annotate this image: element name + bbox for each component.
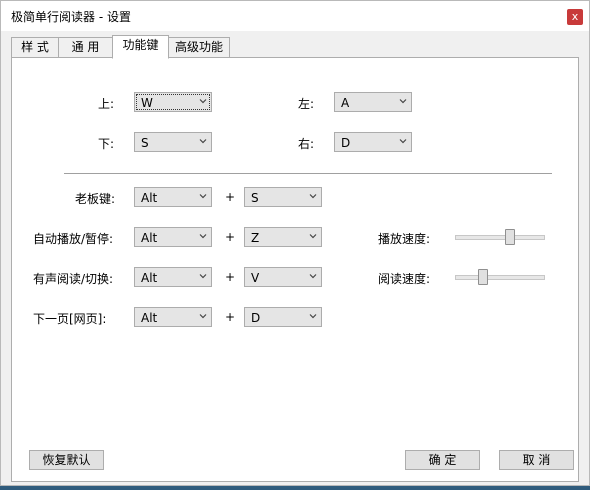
chevron-down-icon — [199, 99, 207, 104]
tab-style[interactable]: 样 式 — [11, 37, 59, 58]
shortcut-label-autoplay: 自动播放/暂停: — [33, 232, 114, 246]
chevron-down-icon — [309, 314, 317, 319]
plus-sign: + — [225, 270, 236, 284]
autoplay-modifier-select[interactable]: Alt — [134, 227, 212, 247]
tab-hotkeys[interactable]: 功能键 — [112, 35, 169, 59]
plus-sign: + — [225, 190, 236, 204]
audio-reading-key-value: V — [251, 271, 260, 285]
chevron-down-icon — [309, 274, 317, 279]
right-key-label: 右: — [298, 137, 315, 151]
shortcut-label-next-page: 下一页[网页]: — [33, 312, 107, 326]
boss-key-key-value: S — [251, 191, 259, 205]
autoplay-modifier-value: Alt — [141, 231, 158, 245]
left-key-label: 左: — [298, 97, 315, 111]
restore-default-button[interactable]: 恢复默认 — [29, 450, 104, 470]
chevron-down-icon — [399, 99, 407, 104]
right-key-value: D — [341, 136, 351, 150]
slider-thumb[interactable] — [478, 269, 488, 285]
autoplay-key-value: Z — [251, 231, 260, 245]
left-key-value: A — [341, 96, 350, 110]
boss-key-key-select[interactable]: S — [244, 187, 322, 207]
section-divider — [64, 173, 552, 174]
slider-thumb[interactable] — [505, 229, 515, 245]
close-button[interactable]: x — [567, 9, 583, 25]
audio-reading-modifier-value: Alt — [141, 271, 158, 285]
chevron-down-icon — [199, 274, 207, 279]
chevron-down-icon — [199, 139, 207, 144]
ok-button[interactable]: 确 定 — [405, 450, 480, 470]
tab-advanced[interactable]: 高级功能 — [168, 37, 230, 58]
next-page-modifier-select[interactable]: Alt — [134, 307, 212, 327]
chevron-down-icon — [309, 234, 317, 239]
title-bar: 极简单行阅读器 - 设置 x — [1, 1, 589, 31]
tab-general[interactable]: 通 用 — [58, 37, 113, 58]
down-key-select[interactable]: S — [134, 132, 212, 152]
next-page-key-select[interactable]: D — [244, 307, 322, 327]
chevron-down-icon — [199, 194, 207, 199]
chevron-down-icon — [309, 194, 317, 199]
plus-sign: + — [225, 230, 236, 244]
down-key-value: S — [141, 136, 149, 150]
window-title: 极简单行阅读器 - 设置 — [11, 10, 131, 24]
right-key-select[interactable]: D — [334, 132, 412, 152]
shortcut-label-boss-key: 老板键: — [75, 192, 116, 206]
audio-reading-key-select[interactable]: V — [244, 267, 322, 287]
read-speed-slider[interactable] — [455, 269, 545, 285]
up-key-label: 上: — [98, 97, 115, 111]
boss-key-modifier-select[interactable]: Alt — [134, 187, 212, 207]
audio-reading-modifier-select[interactable]: Alt — [134, 267, 212, 287]
chevron-down-icon — [199, 314, 207, 319]
next-page-modifier-value: Alt — [141, 311, 158, 325]
left-key-select[interactable]: A — [334, 92, 412, 112]
autoplay-key-select[interactable]: Z — [244, 227, 322, 247]
settings-dialog: 极简单行阅读器 - 设置 x 样 式 通 用 功能键 高级功能 上: W 左: … — [0, 0, 590, 486]
plus-sign: + — [225, 310, 236, 324]
next-page-key-value: D — [251, 311, 261, 325]
cancel-button[interactable]: 取 消 — [499, 450, 574, 470]
chevron-down-icon — [199, 234, 207, 239]
up-key-select[interactable]: W — [134, 92, 212, 112]
boss-key-modifier-value: Alt — [141, 191, 158, 205]
slider-track — [455, 235, 545, 240]
play-speed-label: 播放速度: — [378, 232, 431, 246]
down-key-label: 下: — [98, 137, 115, 151]
chevron-down-icon — [399, 139, 407, 144]
read-speed-label: 阅读速度: — [378, 272, 431, 286]
shortcut-label-audio-reading: 有声阅读/切换: — [33, 272, 114, 286]
up-key-value: W — [141, 96, 153, 110]
slider-track — [455, 275, 545, 280]
play-speed-slider[interactable] — [455, 229, 545, 245]
hotkeys-panel: 上: W 左: A 下: S 右: D 老板键: Alt + S 自动播放/暂停… — [11, 57, 579, 482]
